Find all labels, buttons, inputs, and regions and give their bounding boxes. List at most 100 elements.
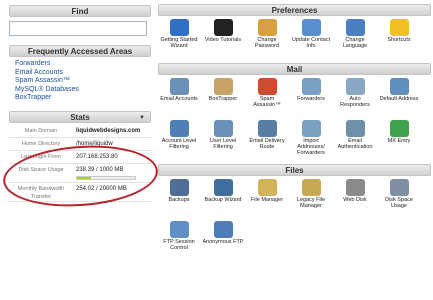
mail-item-label: Account Level Filtering: [161, 138, 197, 150]
forwarders-icon: [301, 78, 321, 95]
mail-item[interactable]: Forwarders: [290, 78, 332, 120]
cpanel-page: Find Frequently Accessed Areas Forwarder…: [0, 0, 433, 300]
faa-link-forwarders[interactable]: Forwarders: [15, 60, 151, 69]
mail-item[interactable]: Default Address: [378, 78, 420, 120]
email-icon: [169, 78, 189, 95]
backup-wizard-icon: [213, 179, 233, 196]
files-header: Files: [158, 164, 431, 176]
filter-icon: [169, 120, 189, 137]
faa-link-mysql-databases[interactable]: MySQL® Databases: [15, 86, 151, 95]
mail-item-label: Email Delivery Route: [249, 138, 285, 150]
ftp-session-icon: [169, 221, 189, 238]
files-item-label: Anonymous FTP: [202, 239, 244, 245]
preferences-item[interactable]: Shortcuts: [378, 19, 420, 61]
mail-item[interactable]: Email Accounts: [158, 78, 200, 120]
video-icon: [213, 19, 233, 36]
find-input[interactable]: [9, 21, 147, 36]
preferences-item[interactable]: Video Tutorials: [202, 19, 244, 61]
faa-link-spam-assassin[interactable]: Spam Assassin™: [15, 77, 151, 86]
preferences-grid: Getting Started Wizard Video Tutorials Cha…: [158, 19, 431, 61]
stats-row-main-domain: Main Domain liquidwebdesigns.com: [9, 125, 151, 138]
files-item[interactable]: Backups: [158, 179, 200, 221]
files-item[interactable]: FTP Session Control: [158, 221, 200, 263]
mail-item[interactable]: MX Entry: [378, 120, 420, 162]
mail-item-label: Email Accounts: [160, 96, 198, 102]
files-item[interactable]: Backup Wizard: [202, 179, 244, 221]
files-grid: Backups Backup Wizard File Manager Legacy F…: [158, 179, 431, 263]
import-icon: [301, 120, 321, 137]
main-panel: Preferences Getting Started Wizard Video …: [158, 4, 431, 263]
faa-link-boxtrapper[interactable]: BoxTrapper: [15, 94, 151, 103]
mail-item[interactable]: Email Delivery Route: [246, 120, 288, 162]
find-header: Find: [9, 5, 151, 17]
faa-header: Frequently Accessed Areas: [9, 45, 151, 57]
mail-item[interactable]: Email Authentication: [334, 120, 376, 162]
files-item[interactable]: Disk Space Usage: [378, 179, 420, 221]
preferences-item[interactable]: Update Contact Info: [290, 19, 332, 61]
files-item-label: Backups: [168, 197, 190, 203]
mail-item-label: User Level Filtering: [209, 138, 237, 150]
mx-icon: [389, 120, 409, 137]
spam-icon: [257, 78, 277, 95]
autoresponder-icon: [345, 78, 365, 95]
wizard-icon: [169, 19, 189, 36]
mail-item[interactable]: BoxTrapper: [202, 78, 244, 120]
faa-link-email-accounts[interactable]: Email Accounts: [15, 69, 151, 78]
files-item-label: Legacy File Manager: [296, 197, 326, 209]
preferences-item-label: Video Tutorials: [204, 37, 242, 43]
preferences-item[interactable]: Change Password: [246, 19, 288, 61]
boxtrapper-icon: [213, 78, 233, 95]
mail-item-label: Spam Assassin™: [253, 96, 281, 108]
mail-item-label: MX Entry: [387, 138, 411, 144]
mail-header: Mail: [158, 63, 431, 75]
files-item[interactable]: File Manager: [246, 179, 288, 221]
disk-usage-icon: [389, 179, 409, 196]
star-icon: [389, 19, 409, 36]
files-item[interactable]: Anonymous FTP: [202, 221, 244, 263]
stats-header[interactable]: Stats ▼: [9, 110, 151, 124]
files-item-label: File Manager: [250, 197, 284, 203]
preferences-item-label: Update Contact Info: [291, 37, 331, 49]
files-item-label: FTP Session Control: [163, 239, 195, 251]
preferences-item-label: Shortcuts: [387, 37, 411, 43]
password-icon: [257, 19, 277, 36]
user-filter-icon: [213, 120, 233, 137]
mail-item[interactable]: User Level Filtering: [202, 120, 244, 162]
mail-grid: Email Accounts BoxTrapper Spam Assassin™ Fo…: [158, 78, 431, 162]
mail-item[interactable]: Import Addresses/ Forwarders: [290, 120, 332, 162]
web-disk-icon: [345, 179, 365, 196]
preferences-item-label: Change Password: [254, 37, 280, 49]
mail-item-label: Import Addresses/ Forwarders: [297, 138, 325, 156]
preferences-item-label: Getting Started Wizard: [160, 37, 198, 49]
preferences-header: Preferences: [158, 4, 431, 16]
preferences-item[interactable]: Change Language: [334, 19, 376, 61]
stats-title: Stats: [70, 112, 90, 122]
stats-label: Main Domain: [24, 127, 58, 134]
files-item[interactable]: Legacy File Manager: [290, 179, 332, 221]
language-icon: [345, 19, 365, 36]
backups-icon: [169, 179, 189, 196]
mail-item[interactable]: Account Level Filtering: [158, 120, 200, 162]
default-address-icon: [389, 78, 409, 95]
stats-value: liquidwebdesigns.com: [76, 127, 141, 134]
collapse-caret-icon[interactable]: ▼: [139, 112, 145, 124]
files-item-label: Web Disk: [343, 197, 367, 203]
preferences-item[interactable]: Getting Started Wizard: [158, 19, 200, 61]
preferences-item-label: Change Language: [342, 37, 368, 49]
anonymous-ftp-icon: [213, 221, 233, 238]
mail-item[interactable]: Spam Assassin™: [246, 78, 288, 120]
files-item-label: Backup Wizard: [204, 197, 242, 203]
delivery-icon: [257, 120, 277, 137]
files-item[interactable]: Web Disk: [334, 179, 376, 221]
mail-item-label: Auto Responders: [340, 96, 370, 108]
files-item-label: Disk Space Usage: [385, 197, 413, 209]
legacy-file-manager-icon: [301, 179, 321, 196]
authentication-icon: [345, 120, 365, 137]
mail-item-label: BoxTrapper: [208, 96, 238, 102]
file-manager-icon: [257, 179, 277, 196]
mail-item-label: Email Authentication: [337, 138, 373, 150]
mail-item-label: Default Address: [379, 96, 419, 102]
mail-item-label: Forwarders: [297, 96, 325, 102]
faa-list: Forwarders Email Accounts Spam Assassin™…: [9, 60, 151, 103]
mail-item[interactable]: Auto Responders: [334, 78, 376, 120]
